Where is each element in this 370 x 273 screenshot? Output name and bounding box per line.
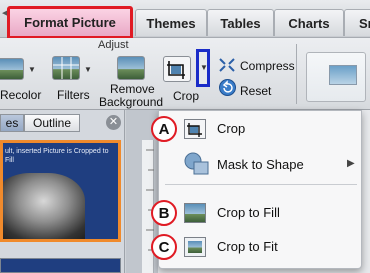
crop-icon[interactable] [163, 56, 191, 82]
menu-item-label: Crop to Fit [217, 239, 278, 254]
menu-item-crop-to-fit[interactable]: C Crop to Fit [151, 231, 363, 261]
menu-item-label: Crop to Fill [217, 205, 280, 220]
menu-item-label: Mask to Shape [217, 157, 304, 172]
reset-button[interactable]: Reset [240, 84, 271, 98]
filters-dropdown-icon[interactable]: ▼ [84, 65, 92, 74]
callout-badge-c: C [151, 234, 177, 260]
menu-separator [165, 184, 357, 185]
crop-to-fit-icon [184, 237, 206, 257]
ribbon-adjust-group: Adjust ▼ Recolor ▼ Filters Remove Backgr… [0, 38, 370, 110]
filters-button[interactable]: Filters [57, 88, 90, 102]
menu-item-crop-to-fill[interactable]: B Crop to Fill [151, 197, 363, 227]
picture-style-thumbnail[interactable] [306, 52, 366, 102]
slide-thumbnail[interactable]: ult, inserted Picture is Cropped to Fill [0, 140, 121, 242]
tab-themes[interactable]: Themes [135, 9, 207, 36]
tab-smartart[interactable]: Sm [344, 9, 370, 36]
tab-slides[interactable]: es [0, 114, 24, 132]
mask-shape-icon [181, 151, 211, 177]
submenu-arrow-icon: ▶ [347, 158, 355, 169]
crop-button[interactable]: Crop [173, 89, 199, 103]
menu-item-label: Crop [217, 121, 246, 136]
crop-to-fill-icon [184, 203, 206, 223]
callout-badge-b: B [151, 200, 177, 226]
tab-charts[interactable]: Charts [274, 9, 344, 36]
remove-background-label-line2[interactable]: Background [99, 95, 163, 109]
recolor-button[interactable]: Recolor [0, 88, 41, 102]
tab-tables[interactable]: Tables [207, 9, 274, 36]
recolor-icon[interactable] [0, 58, 24, 80]
crop-menu: A Crop Mask to Shape ▶ B Crop to Fill C … [151, 110, 363, 269]
recolor-dropdown-icon[interactable]: ▼ [28, 65, 36, 74]
callout-badge-a: A [151, 116, 177, 142]
crop-icon [184, 119, 206, 139]
ribbon-tab-bar: ◀ Format Picture Themes Tables Charts Sm [0, 0, 370, 39]
menu-item-mask-to-shape[interactable]: Mask to Shape ▶ [159, 149, 363, 179]
group-label-adjust: Adjust [98, 39, 129, 51]
slide-picture [3, 173, 85, 239]
chevron-down-icon: ▼ [200, 63, 208, 72]
slide-thumbnail-title: ult, inserted Picture is Cropped to Fill [5, 148, 109, 164]
ribbon-divider [296, 44, 297, 104]
tab-outline[interactable]: Outline [24, 114, 80, 132]
compress-icon[interactable] [218, 57, 236, 73]
slides-pane: es Outline ✕ ult, inserted Picture is Cr… [0, 110, 125, 273]
reset-icon[interactable] [219, 79, 236, 96]
remove-background-label-line1[interactable]: Remove [110, 82, 155, 96]
remove-background-icon[interactable] [117, 56, 145, 80]
crop-dropdown-button[interactable]: ▼ [196, 49, 210, 87]
compress-button[interactable]: Compress [240, 59, 295, 73]
menu-item-crop[interactable]: A Crop [151, 113, 363, 143]
filters-icon[interactable] [52, 56, 80, 80]
tab-format-picture[interactable]: Format Picture [7, 6, 133, 39]
close-icon[interactable]: ✕ [106, 115, 121, 130]
slide-thumbnail-next[interactable] [0, 258, 121, 273]
